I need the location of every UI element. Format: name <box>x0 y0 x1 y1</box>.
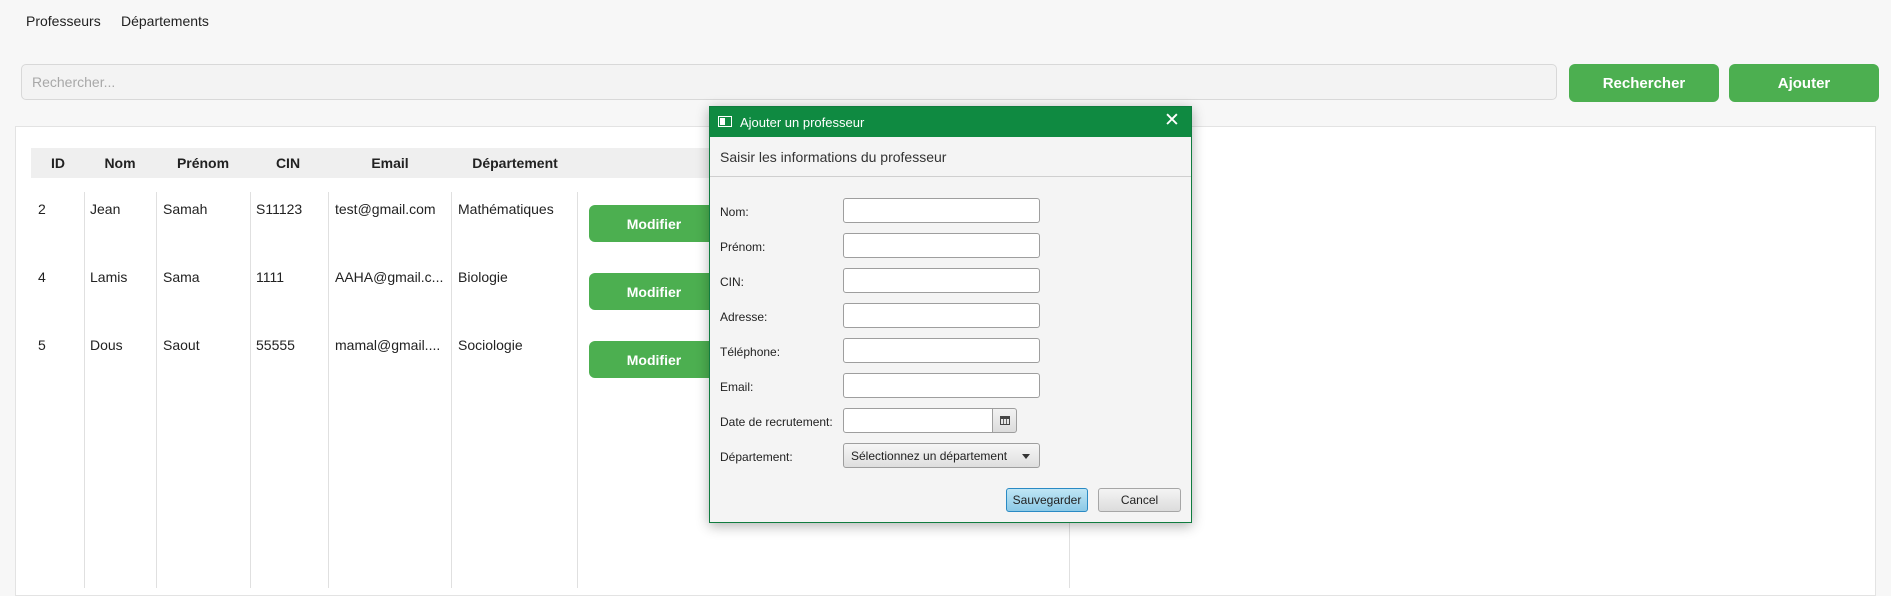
adresse-label: Adresse: <box>720 310 768 324</box>
cell-email: test@gmail.com <box>335 201 436 217</box>
add-professor-dialog: Ajouter un professeur ✕ Saisir les infor… <box>709 106 1192 523</box>
search-button[interactable]: Rechercher <box>1569 64 1719 102</box>
cell-email: AAHA@gmail.c... <box>335 269 444 285</box>
column-divider <box>250 192 251 588</box>
cell-cin: S11123 <box>256 201 303 217</box>
add-button[interactable]: Ajouter <box>1729 64 1879 102</box>
save-button[interactable]: Sauvegarder <box>1006 488 1088 512</box>
cell-id: 4 <box>38 269 46 285</box>
search-input[interactable] <box>21 64 1557 100</box>
column-divider <box>84 192 85 588</box>
cin-field[interactable] <box>843 268 1040 293</box>
cell-email: mamal@gmail.... <box>335 337 441 353</box>
dialog-title: Ajouter un professeur <box>740 115 865 130</box>
cell-departement: Sociologie <box>458 337 523 353</box>
telephone-label: Téléphone: <box>720 345 781 359</box>
cell-prenom: Sama <box>163 269 200 285</box>
date-recrutement-field[interactable] <box>843 408 993 433</box>
date-picker-button[interactable] <box>992 408 1017 433</box>
calendar-icon <box>1000 416 1010 425</box>
column-header-prenom[interactable]: Prénom <box>163 148 243 178</box>
email-label: Email: <box>720 380 754 394</box>
chevron-down-icon <box>1022 454 1030 459</box>
column-divider <box>451 192 452 588</box>
telephone-field[interactable] <box>843 338 1040 363</box>
email-field[interactable] <box>843 373 1040 398</box>
prenom-label: Prénom: <box>720 240 766 254</box>
dialog-header: Saisir les informations du professeur <box>710 137 1191 177</box>
cell-cin: 55555 <box>256 337 295 353</box>
column-header-cin[interactable]: CIN <box>248 148 328 178</box>
dialog-header-text: Saisir les informations du professeur <box>720 149 947 165</box>
date-recrutement-label: Date de recrutement: <box>720 415 833 429</box>
nom-label: Nom: <box>720 205 749 219</box>
cancel-button[interactable]: Cancel <box>1098 488 1181 512</box>
cin-label: CIN: <box>720 275 744 289</box>
close-icon[interactable]: ✕ <box>1163 111 1181 130</box>
cell-nom: Dous <box>90 337 123 353</box>
menu-item-departements[interactable]: Départements <box>121 13 209 29</box>
adresse-field[interactable] <box>843 303 1040 328</box>
cell-prenom: Saout <box>163 337 200 353</box>
menu-bar: Professeurs Départements <box>0 0 1891 42</box>
cell-nom: Lamis <box>90 269 128 285</box>
column-header-nom[interactable]: Nom <box>92 148 148 178</box>
departement-select[interactable]: Sélectionnez un département <box>843 443 1040 468</box>
cell-departement: Biologie <box>458 269 508 285</box>
window-icon <box>718 116 732 127</box>
column-divider <box>156 192 157 588</box>
modifier-button[interactable]: Modifier <box>589 341 719 378</box>
column-divider <box>577 192 578 588</box>
cell-id: 5 <box>38 337 46 353</box>
column-divider <box>328 192 329 588</box>
cell-nom: Jean <box>90 201 121 217</box>
departement-label: Département: <box>720 450 793 464</box>
column-header-id[interactable]: ID <box>48 148 68 178</box>
modifier-button[interactable]: Modifier <box>589 205 719 242</box>
menu-item-professeurs[interactable]: Professeurs <box>26 13 101 29</box>
column-header-email[interactable]: Email <box>330 148 450 178</box>
nom-field[interactable] <box>843 198 1040 223</box>
cell-prenom: Samah <box>163 201 208 217</box>
cell-cin: 1111 <box>256 269 285 285</box>
modifier-button[interactable]: Modifier <box>589 273 719 310</box>
cell-id: 2 <box>38 201 46 217</box>
column-header-departement[interactable]: Département <box>455 148 575 178</box>
cell-departement: Mathématiques <box>458 201 554 217</box>
prenom-field[interactable] <box>843 233 1040 258</box>
departement-select-value: Sélectionnez un département <box>851 449 1008 463</box>
dialog-titlebar[interactable]: Ajouter un professeur ✕ <box>710 107 1191 137</box>
